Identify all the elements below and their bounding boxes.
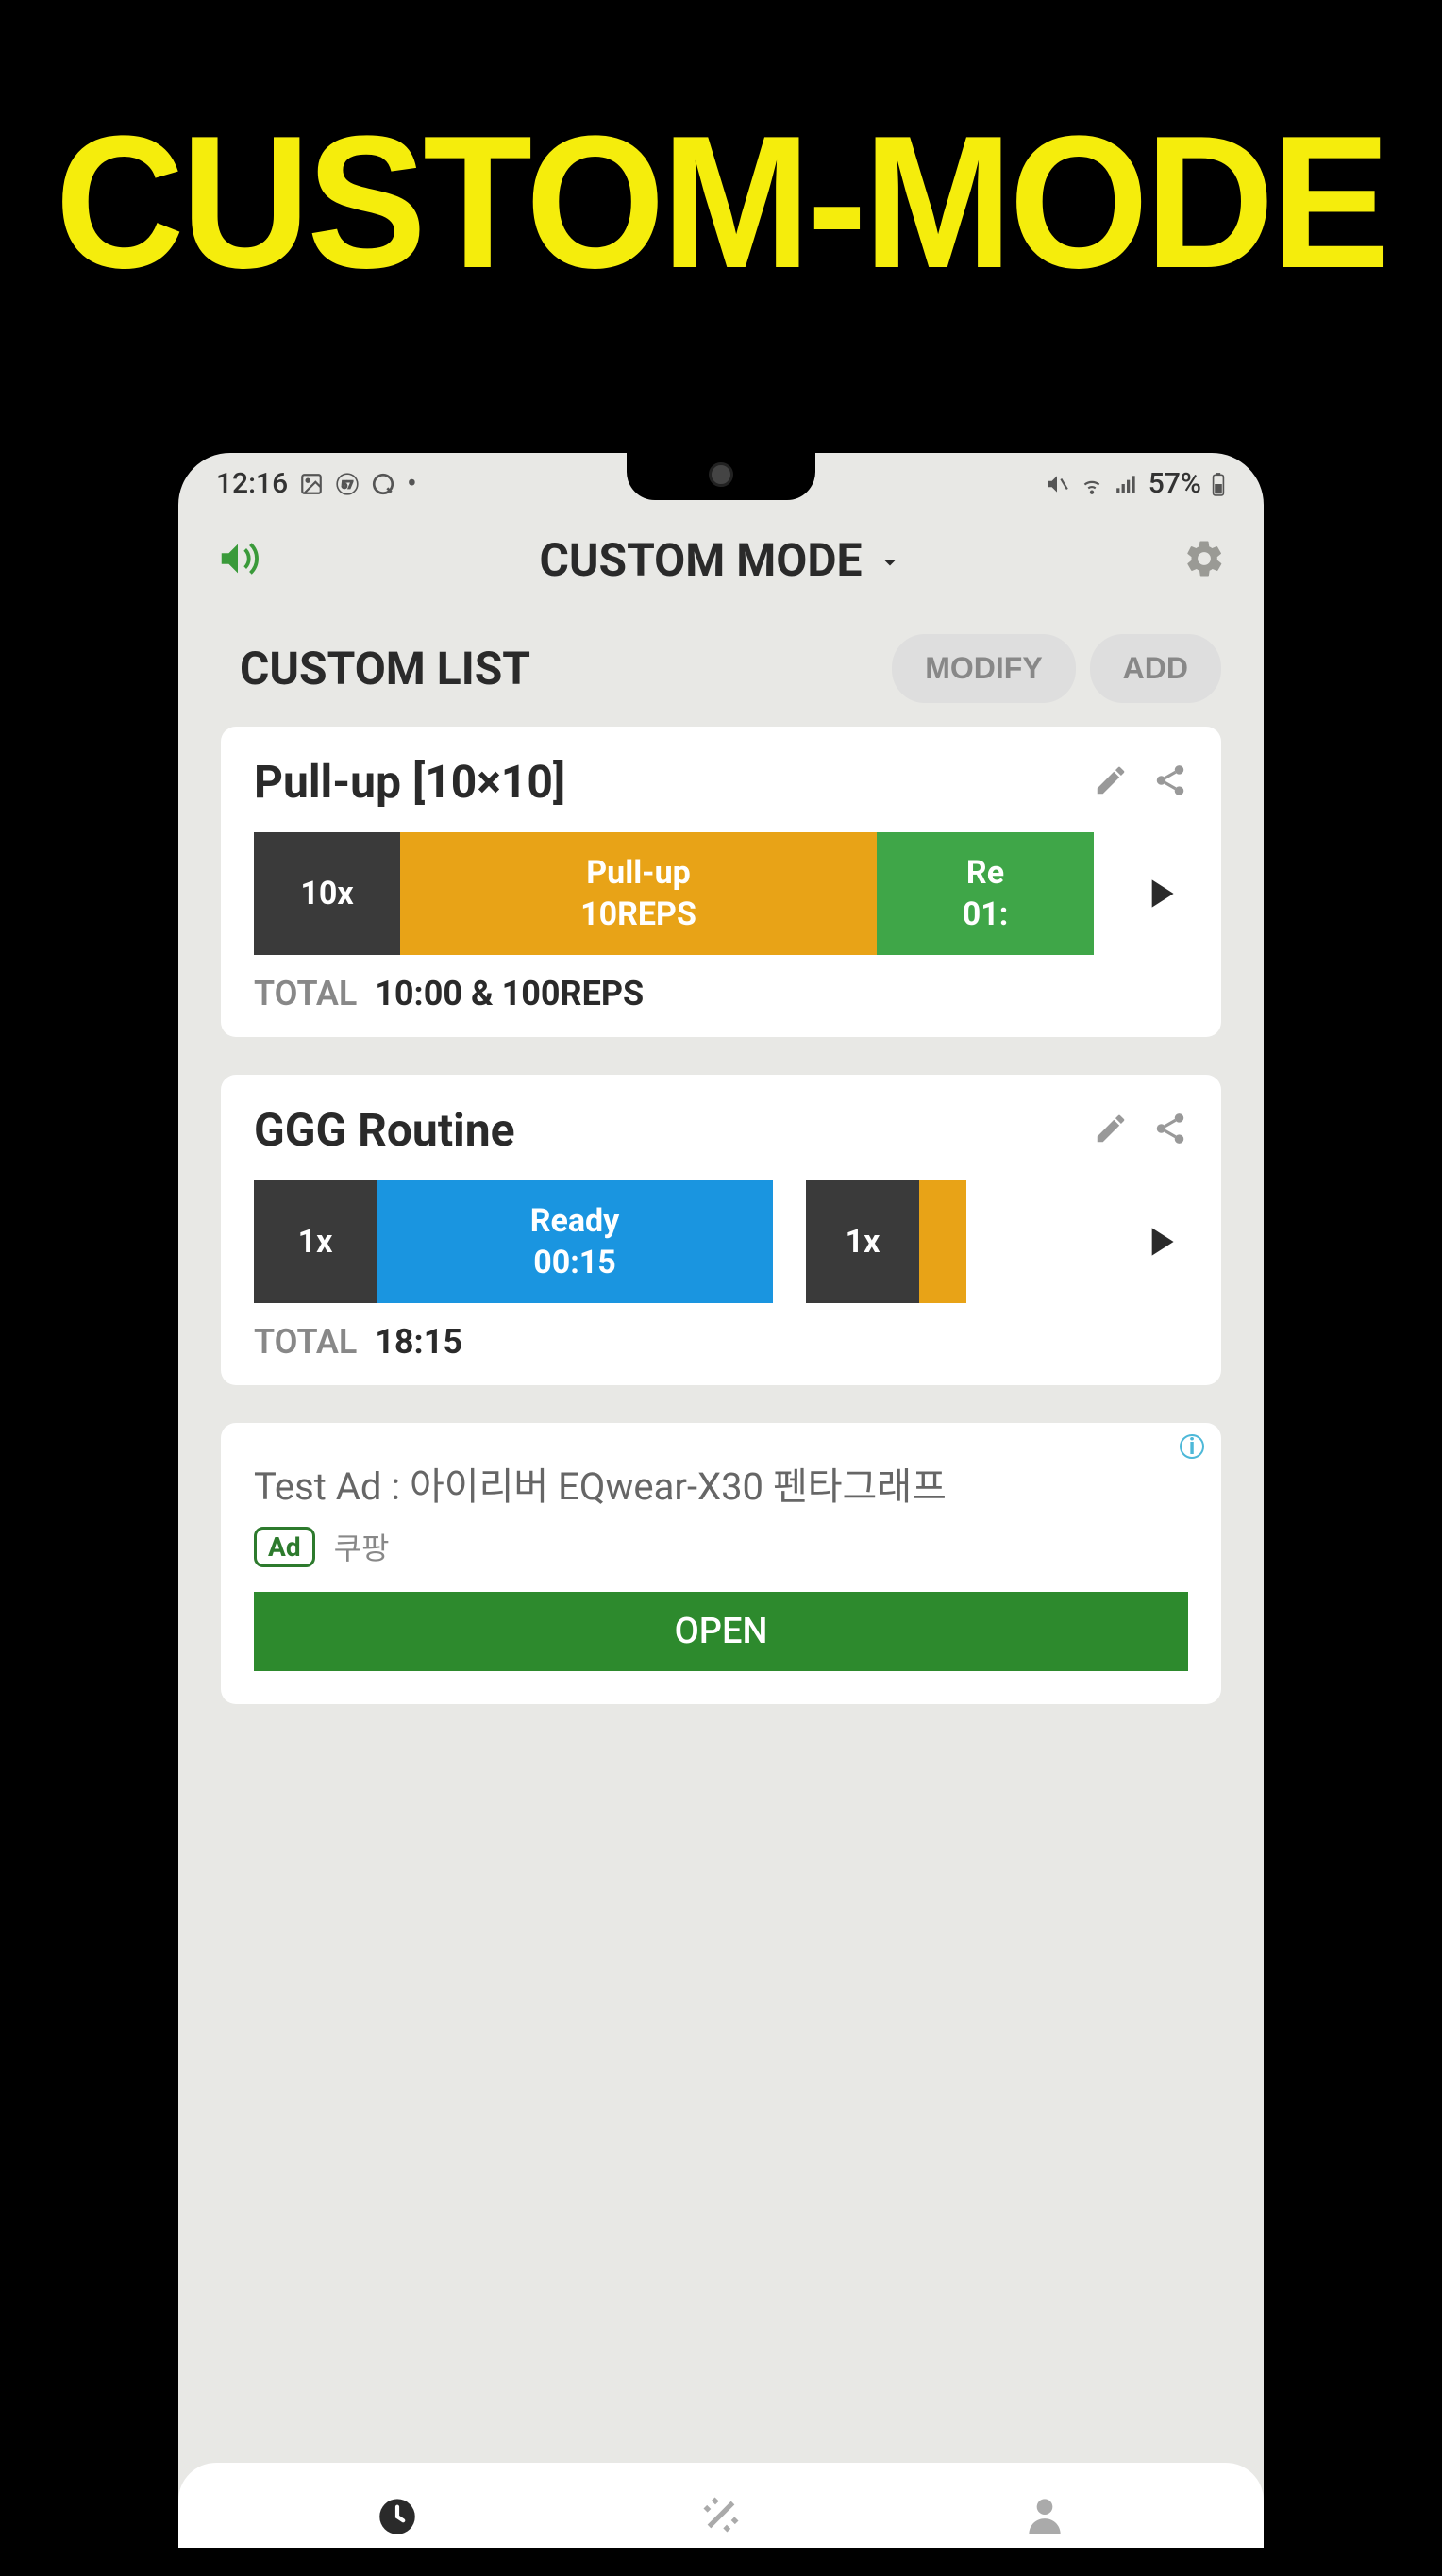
- header-title-text: CUSTOM MODE: [539, 533, 862, 587]
- ad-badge: Ad: [254, 1527, 315, 1567]
- battery-icon: [1211, 472, 1226, 496]
- ad-info-icon[interactable]: i: [1180, 1434, 1204, 1459]
- block-count: 10x: [254, 832, 400, 955]
- block-count: 1x: [806, 1180, 919, 1303]
- dot-icon: •: [407, 467, 417, 500]
- chevron-down-icon: [877, 533, 903, 587]
- workout-total: TOTAL 18:15: [254, 1322, 1188, 1362]
- mode-selector[interactable]: CUSTOM MODE: [539, 533, 902, 587]
- list-header: CUSTOM LIST MODIFY ADD: [178, 615, 1264, 727]
- block-exercise: Pull-up 10REPS: [400, 832, 877, 955]
- list-title: CUSTOM LIST: [240, 642, 530, 695]
- phone-screen: 12:16 57 •: [178, 453, 1264, 2548]
- ad-source: 쿠팡: [334, 1525, 390, 1568]
- speed-icon: 57: [335, 472, 360, 496]
- block-exercise-sm: [919, 1180, 966, 1303]
- ad-open-button[interactable]: OPEN: [254, 1592, 1188, 1671]
- share-icon[interactable]: [1152, 762, 1188, 802]
- play-button[interactable]: [1132, 861, 1188, 927]
- block-ready: Ready 00:15: [377, 1180, 773, 1303]
- wifi-icon: [1079, 472, 1105, 496]
- nav-workout-icon[interactable]: [697, 2491, 745, 2548]
- phone-frame: 12:16 57 •: [150, 425, 1292, 2576]
- workout-card-pullup: Pull-up [10×10] 10x Pull-up: [221, 727, 1221, 1037]
- volume-icon[interactable]: [216, 537, 260, 584]
- ad-card: i Test Ad : 아이리버 EQwear-X30 펜타그래프 Ad 쿠팡 …: [221, 1423, 1221, 1704]
- modify-button[interactable]: MODIFY: [892, 634, 1075, 703]
- signal-icon: [1115, 472, 1139, 496]
- play-button[interactable]: [1132, 1209, 1188, 1275]
- workout-blocks[interactable]: 10x Pull-up 10REPS Re 01:: [254, 832, 1094, 955]
- add-button[interactable]: ADD: [1090, 634, 1221, 703]
- workout-title: Pull-up [10×10]: [254, 755, 565, 809]
- workout-total: TOTAL 10:00 & 100REPS: [254, 974, 1188, 1013]
- edit-icon[interactable]: [1093, 762, 1129, 802]
- status-time: 12:16: [216, 467, 288, 500]
- edit-icon[interactable]: [1093, 1111, 1129, 1150]
- q-icon: [371, 472, 395, 496]
- block-count: 1x: [254, 1180, 377, 1303]
- status-battery: 57%: [1149, 467, 1201, 500]
- app-header: CUSTOM MODE: [178, 510, 1264, 615]
- nav-timer-icon[interactable]: [374, 2491, 421, 2548]
- mute-icon: [1045, 472, 1069, 496]
- image-icon: [299, 472, 324, 496]
- share-icon[interactable]: [1152, 1111, 1188, 1150]
- nav-profile-icon[interactable]: [1021, 2491, 1068, 2548]
- block-rest: Re 01:: [877, 832, 1094, 955]
- svg-text:57: 57: [342, 478, 353, 491]
- workout-blocks[interactable]: 1x Ready 00:15 1x: [254, 1180, 1094, 1303]
- gear-icon[interactable]: [1182, 537, 1226, 584]
- promo-title: CUSTOM-MODE: [36, 0, 1406, 311]
- bottom-nav: [178, 2463, 1264, 2548]
- phone-notch: [627, 453, 815, 500]
- workout-card-ggg: GGG Routine 1x Ready: [221, 1075, 1221, 1385]
- ad-title: Test Ad : 아이리버 EQwear-X30 펜타그래프: [254, 1456, 1188, 1511]
- workout-title: GGG Routine: [254, 1103, 515, 1157]
